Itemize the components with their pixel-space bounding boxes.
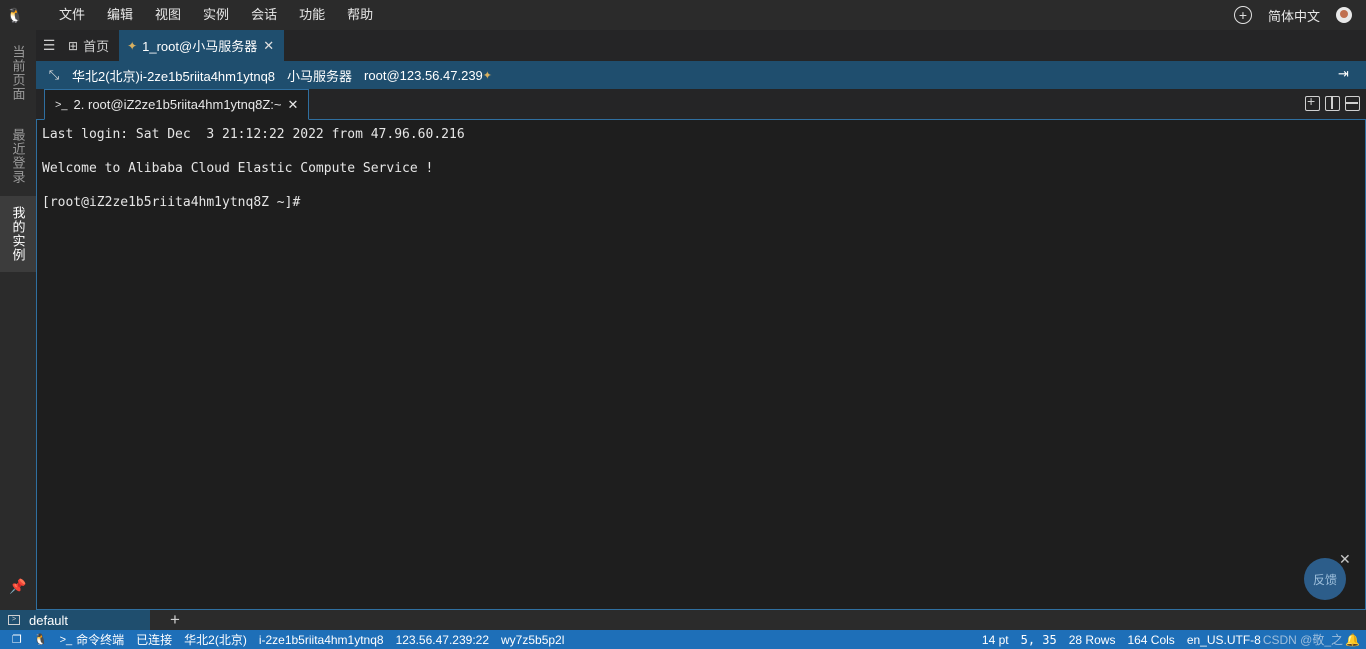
- sidebar-tab-my-instances[interactable]: 我的实例: [0, 196, 36, 272]
- terminal-line: Welcome to Alibaba Cloud Elastic Compute…: [42, 161, 434, 176]
- sidebar-tab-label: 我的实例: [10, 206, 26, 262]
- new-pane-icon[interactable]: [1305, 93, 1320, 111]
- add-panel-icon[interactable]: +: [170, 610, 180, 630]
- panel-tab-default[interactable]: > default: [0, 610, 150, 630]
- bell-icon[interactable]: 🔔: [1345, 633, 1360, 647]
- split-horizontal-icon[interactable]: [1345, 96, 1360, 111]
- region-instance: 华北2(北京)i-2ze1b5riita4hm1ytnq8: [72, 68, 276, 84]
- status-host: 123.56.47.239:22: [395, 632, 489, 647]
- linux-icon: 🐧: [33, 634, 48, 646]
- copy-icon[interactable]: ❐: [12, 633, 22, 646]
- status-region: 华北2(北京): [184, 633, 247, 647]
- tab-server[interactable]: ✦ 1_root@小马服务器 ✕: [119, 30, 285, 61]
- tab-label: 1_root@小马服务器: [142, 39, 258, 54]
- prompt-icon: >_: [55, 98, 68, 111]
- menu-function[interactable]: 功能: [288, 0, 336, 30]
- menu-file[interactable]: 文件: [48, 0, 96, 30]
- linux-penguin-icon: 🐧: [6, 6, 24, 23]
- tab-home[interactable]: ⊞ 首页: [62, 30, 119, 61]
- menu-bar: 🐧 文件 编辑 视图 实例 会话 功能 帮助 + 简体中文: [0, 0, 1366, 30]
- terminal-tab-bar: >_ 2. root@iZ2ze1b5riita4hm1ytnq8Z:~ ✕: [36, 89, 1366, 120]
- terminal-line: Last login: Sat Dec 3 21:12:22 2022 from…: [42, 127, 465, 142]
- terminal-prompt: [root@iZ2ze1b5riita4hm1ytnq8Z ~]#: [42, 195, 301, 210]
- left-sidebar: 当前页面 最近登录 我的实例 📌: [0, 30, 36, 610]
- status-cursor: 5, 35: [1020, 632, 1057, 647]
- status-font-size[interactable]: 14 pt: [982, 633, 1009, 647]
- menu-session[interactable]: 会话: [240, 0, 288, 30]
- status-cols: 164 Cols: [1127, 632, 1175, 647]
- split-vertical-icon[interactable]: [1325, 96, 1340, 111]
- status-connection: 已连接: [136, 633, 173, 647]
- close-icon[interactable]: ✕: [288, 97, 299, 113]
- status-encoding[interactable]: en_US.UTF-8: [1187, 633, 1261, 647]
- terminal-icon: >: [8, 615, 20, 625]
- terminal-tab[interactable]: >_ 2. root@iZ2ze1b5riita4hm1ytnq8Z:~ ✕: [44, 89, 310, 120]
- login-address: root@123.56.47.239: [364, 67, 483, 83]
- tab-bar: ☰ ⊞ 首页 ✦ 1_root@小马服务器 ✕: [36, 30, 1366, 61]
- menu-list-icon[interactable]: ☰: [36, 30, 62, 61]
- watermark: CSDN @敬_之: [1262, 633, 1344, 647]
- server-chip-icon: ✦: [127, 38, 138, 53]
- menu-edit[interactable]: 编辑: [96, 0, 144, 30]
- menu-instance[interactable]: 实例: [192, 0, 240, 30]
- status-mode: 命令终端: [76, 633, 125, 647]
- sidebar-tab-recent-login[interactable]: 最近登录: [0, 116, 36, 196]
- exit-icon[interactable]: ⇥: [1338, 66, 1354, 82]
- sidebar-tab-label: 当前页面: [10, 45, 26, 101]
- split-controls: [1305, 93, 1360, 111]
- menu-view[interactable]: 视图: [144, 0, 192, 30]
- language-selector[interactable]: 简体中文: [1268, 6, 1320, 25]
- pin-icon[interactable]: 📌: [9, 578, 27, 596]
- collapse-icon[interactable]: ⤡: [36, 67, 72, 83]
- add-circle-icon[interactable]: +: [1233, 6, 1252, 24]
- sidebar-tab-current-page[interactable]: 当前页面: [0, 34, 36, 112]
- close-icon[interactable]: ✕: [1339, 551, 1351, 568]
- terminal-output[interactable]: Last login: Sat Dec 3 21:12:22 2022 from…: [36, 120, 1366, 610]
- status-instance: i-2ze1b5riita4hm1ytnq8: [258, 632, 384, 647]
- session-info-bar: ⤡ 华北2(北京)i-2ze1b5riita4hm1ytnq8 小马服务器 ro…: [36, 61, 1366, 89]
- tab-label: 首页: [83, 39, 110, 54]
- status-id: wy7z5b5p2l: [501, 632, 565, 647]
- terminal-tab-label: 2. root@iZ2ze1b5riita4hm1ytnq8Z:~: [73, 97, 282, 112]
- server-name: 小马服务器: [287, 68, 353, 84]
- server-chip-icon: ✦: [482, 69, 492, 82]
- panel-bar: > default +: [0, 610, 1366, 630]
- sidebar-tab-label: 最近登录: [10, 128, 26, 184]
- panel-tab-label: default: [29, 612, 69, 628]
- menu-help[interactable]: 帮助: [336, 0, 384, 30]
- grid-icon: ⊞: [68, 38, 79, 53]
- avatar[interactable]: [1336, 7, 1352, 23]
- prompt-icon: >_: [59, 633, 73, 646]
- status-rows: 28 Rows: [1068, 632, 1116, 647]
- close-icon[interactable]: ✕: [263, 38, 274, 54]
- status-bar: ❐ 🐧 >_ 命令终端 已连接 华北2(北京) i-2ze1b5riita4hm…: [0, 630, 1366, 649]
